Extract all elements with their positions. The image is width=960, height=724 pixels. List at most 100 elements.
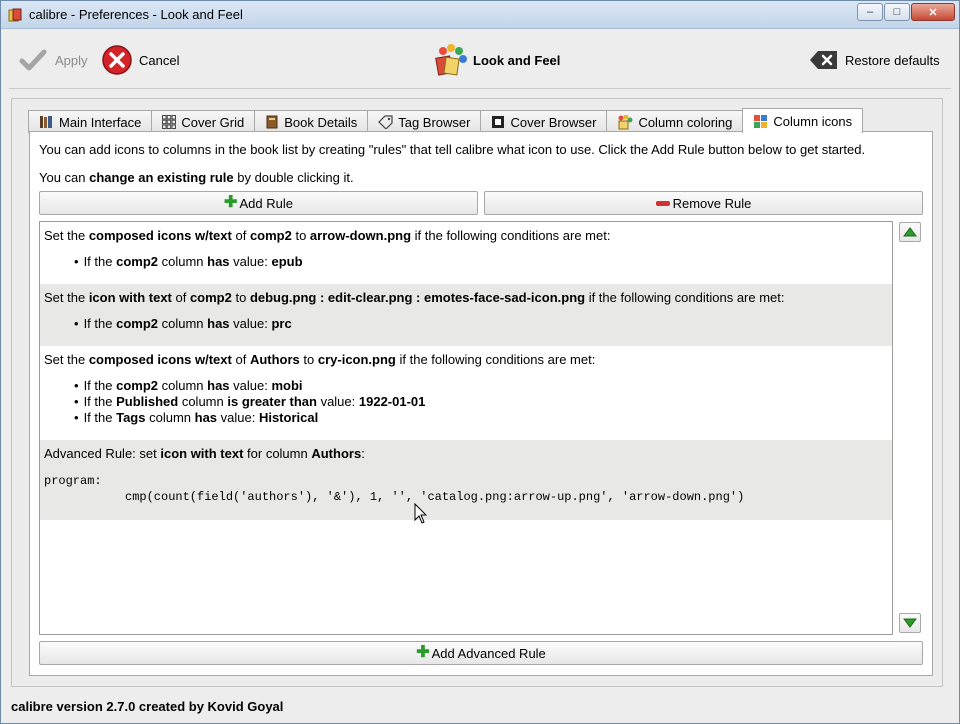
text: column xyxy=(145,410,195,425)
tab-cover-browser[interactable]: Cover Browser xyxy=(480,110,608,133)
column-icons-icon xyxy=(754,114,768,128)
close-button[interactable]: ✕ xyxy=(911,3,955,21)
restore-defaults-button[interactable]: Restore defaults xyxy=(809,31,940,89)
rule-icon-file: arrow-down.png xyxy=(309,228,412,243)
text: If the xyxy=(83,254,117,269)
tab-label: Cover Grid xyxy=(181,114,245,130)
text: Advanced Rule: set xyxy=(44,446,161,461)
tab-column-icons[interactable]: Column icons xyxy=(742,108,864,133)
add-advanced-rule-button[interactable]: ✚ Add Advanced Rule xyxy=(39,641,923,665)
tab-cover-grid[interactable]: Cover Grid xyxy=(151,110,256,133)
text: If the xyxy=(83,378,117,393)
apply-button[interactable]: Apply xyxy=(19,31,88,89)
intro-text: You can add icons to columns in the book… xyxy=(39,142,866,157)
text: column xyxy=(158,378,208,393)
tag-icon xyxy=(378,115,393,129)
rule-icon-file: cry-icon.png xyxy=(317,352,396,367)
text: to xyxy=(291,228,310,243)
cancel-label: Cancel xyxy=(139,52,180,68)
condition-operator: is greater than xyxy=(227,394,317,409)
rule-item[interactable]: Set the composed icons w/text of comp2 t… xyxy=(40,222,892,284)
text: value: xyxy=(316,394,359,409)
tab-column-coloring[interactable]: Column coloring xyxy=(606,110,744,133)
books-icon xyxy=(40,116,52,128)
condition-operator: has xyxy=(207,378,230,393)
rule-description: Advanced Rule: set icon with text for co… xyxy=(44,446,365,461)
hint-post: by double clicking it. xyxy=(233,170,354,185)
checkmark-icon xyxy=(19,49,47,71)
look-and-feel-icon xyxy=(435,44,467,76)
rules-list[interactable]: Set the composed icons w/text of comp2 t… xyxy=(39,221,893,635)
rule-kind: composed icons w/text xyxy=(88,352,232,367)
remove-rule-button[interactable]: Remove Rule xyxy=(484,191,923,215)
text: column xyxy=(178,394,228,409)
condition-operator: has xyxy=(207,254,230,269)
remove-rule-label: Remove Rule xyxy=(672,195,752,211)
apply-label: Apply xyxy=(55,52,88,68)
condition: If the comp2 column has value: prc xyxy=(74,316,292,332)
tab-main-interface[interactable]: Main Interface xyxy=(28,110,153,133)
condition-column: Tags xyxy=(116,410,146,425)
minimize-button[interactable]: – xyxy=(857,3,883,21)
tab-book-details[interactable]: Book Details xyxy=(254,110,369,133)
program-code: cmp(count(field('authors'), '&'), 1, '',… xyxy=(125,490,745,504)
condition-column: comp2 xyxy=(116,316,158,331)
cover-browser-icon xyxy=(492,116,505,128)
mouse-cursor-icon xyxy=(414,503,428,524)
tab-tag-browser[interactable]: Tag Browser xyxy=(367,110,482,133)
rule-description: Set the composed icons w/text of Authors… xyxy=(44,352,595,367)
window-title: calibre - Preferences - Look and Feel xyxy=(29,7,243,22)
calibre-app-icon xyxy=(8,8,22,22)
move-up-button[interactable] xyxy=(899,222,921,242)
cancel-icon xyxy=(102,45,132,75)
text: column xyxy=(158,316,208,331)
window-controls: – □ ✕ xyxy=(856,3,955,21)
condition-value: 1922-01-01 xyxy=(358,394,426,409)
text: to xyxy=(231,290,250,305)
text: If the xyxy=(83,394,117,409)
toolbar: Apply Cancel Look and Feel Restore defau… xyxy=(9,31,951,89)
text: if the following conditions are met: xyxy=(395,352,596,367)
text: of xyxy=(171,290,190,305)
rule-column: Authors xyxy=(311,446,362,461)
title-bar[interactable]: calibre - Preferences - Look and Feel – … xyxy=(1,1,959,29)
rule-item[interactable]: Set the composed icons w/text of Authors… xyxy=(40,346,892,440)
condition-value: epub xyxy=(271,254,303,269)
rule-kind: icon with text xyxy=(160,446,244,461)
rule-description: Set the icon with text of comp2 to debug… xyxy=(44,290,785,305)
minus-icon xyxy=(655,200,670,206)
condition-value: mobi xyxy=(271,378,303,393)
tab-label: Tag Browser xyxy=(398,114,471,130)
program-label: program: xyxy=(44,474,102,488)
arrow-down-icon xyxy=(903,618,917,628)
text: value: xyxy=(217,410,259,425)
condition-value: prc xyxy=(271,316,292,331)
rule-conditions: If the comp2 column has value: prc xyxy=(74,316,292,332)
text: Set the xyxy=(44,290,89,305)
advanced-rule-item[interactable]: Advanced Rule: set icon with text for co… xyxy=(40,440,892,520)
grid-icon xyxy=(162,115,177,129)
preferences-window: calibre - Preferences - Look and Feel – … xyxy=(0,0,960,724)
text: Set the xyxy=(44,352,89,367)
text: if the following conditions are met: xyxy=(585,290,785,305)
rule-kind: composed icons w/text xyxy=(88,228,232,243)
intro-hint: You can change an existing rule by doubl… xyxy=(39,170,354,185)
cancel-button[interactable]: Cancel xyxy=(101,31,179,89)
hint-pre: You can xyxy=(39,170,90,185)
rule-description: Set the composed icons w/text of comp2 t… xyxy=(44,228,610,243)
rule-conditions: If the comp2 column has value: epub xyxy=(74,254,303,270)
text: to xyxy=(299,352,318,367)
move-down-button[interactable] xyxy=(899,613,921,633)
maximize-button[interactable]: □ xyxy=(884,3,910,21)
add-rule-button[interactable]: ✚ Add Rule xyxy=(39,191,478,215)
text: column xyxy=(158,254,208,269)
rule-column: Authors xyxy=(249,352,300,367)
condition-value: Historical xyxy=(258,410,319,425)
tab-label: Column icons xyxy=(773,113,853,129)
tab-label: Cover Browser xyxy=(510,114,597,130)
rule-item[interactable]: Set the icon with text of comp2 to debug… xyxy=(40,284,892,346)
text: Set the xyxy=(44,228,89,243)
hint-bold: change an existing rule xyxy=(89,170,234,185)
rule-icon-file: debug.png : edit-clear.png : emotes-face… xyxy=(249,290,586,305)
text: if the following conditions are met: xyxy=(411,228,611,243)
